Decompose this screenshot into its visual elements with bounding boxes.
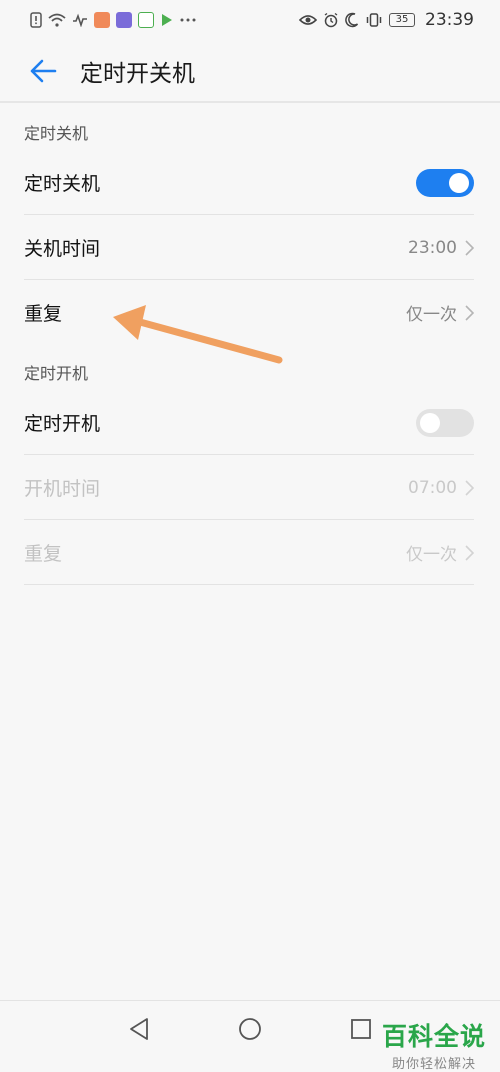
row-value-wrap: 07:00 <box>408 478 474 498</box>
row-boot-repeat: 重复 仅一次 <box>0 520 500 585</box>
row-boot-time: 开机时间 07:00 <box>0 455 500 520</box>
nav-recents-button[interactable] <box>344 1013 378 1045</box>
row-label: 重复 <box>24 543 63 565</box>
boot-time-value: 07:00 <box>408 477 457 498</box>
row-value-wrap: 仅一次 <box>406 540 474 565</box>
chevron-right-icon <box>465 544 474 561</box>
row-label: 定时开机 <box>24 413 101 435</box>
boot-repeat-value: 仅一次 <box>406 545 457 565</box>
nav-back-button[interactable] <box>122 1013 156 1045</box>
chevron-right-icon <box>465 479 474 496</box>
nav-home-icon <box>239 1018 261 1040</box>
watermark-title: 百科全说 <box>381 1022 486 1051</box>
annotation-arrow-icon <box>113 305 283 364</box>
boot-toggle-switch[interactable] <box>416 408 474 437</box>
toggle-knob <box>420 412 440 433</box>
watermark-logo: 百科全说 助你轻松解决 <box>382 1024 486 1072</box>
row-label: 开机时间 <box>24 478 101 500</box>
nav-home-button[interactable] <box>233 1013 267 1045</box>
nav-back-icon <box>130 1018 148 1040</box>
nav-recents-icon <box>351 1019 371 1039</box>
